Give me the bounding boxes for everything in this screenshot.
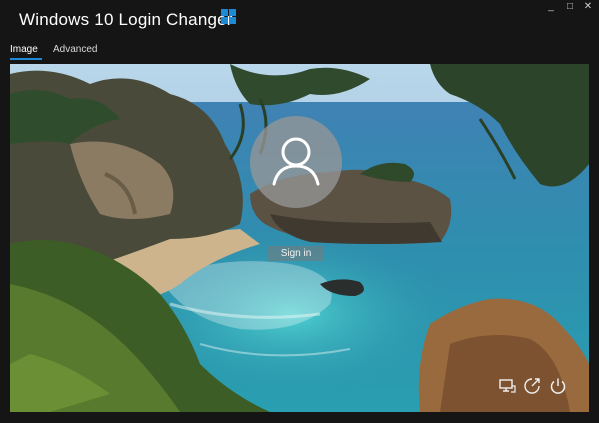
user-icon <box>272 137 320 186</box>
login-screen-preview: Sign in <box>10 64 589 412</box>
app-title: Windows 10 Login Changer <box>19 10 233 29</box>
accessibility-icon[interactable] <box>522 376 542 396</box>
tab-image[interactable]: Image <box>10 44 42 60</box>
close-button[interactable]: ✕ <box>579 0 597 14</box>
windows-logo-icon <box>221 9 237 25</box>
title-bar: Windows 10 Login Changer _ □ ✕ <box>0 0 599 40</box>
user-avatar[interactable] <box>250 116 342 208</box>
network-icon[interactable] <box>497 376 517 396</box>
tab-advanced[interactable]: Advanced <box>53 44 97 58</box>
maximize-button[interactable]: □ <box>561 0 579 14</box>
minimize-button[interactable]: _ <box>542 0 560 14</box>
power-icon[interactable] <box>548 376 568 396</box>
sign-in-button[interactable]: Sign in <box>268 246 324 261</box>
